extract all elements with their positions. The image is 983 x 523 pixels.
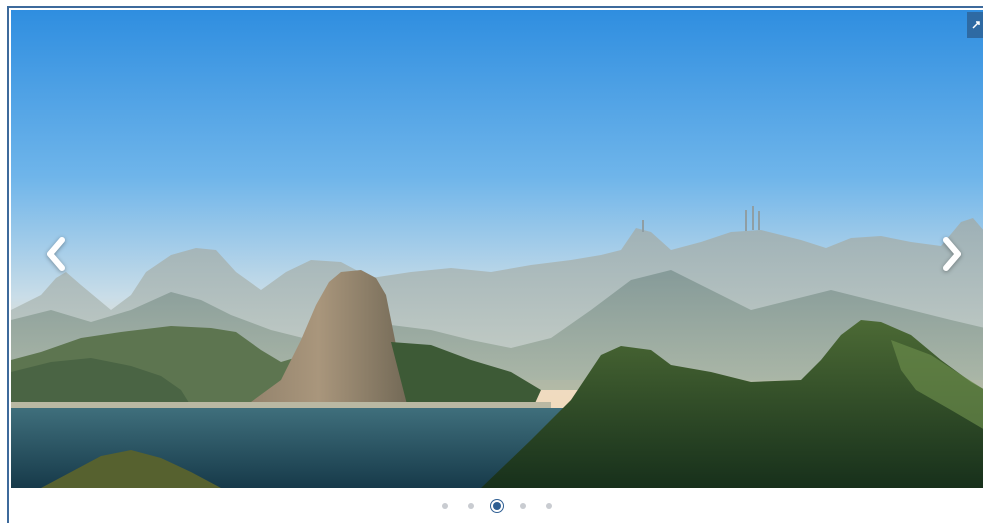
slide-pagination: [9, 496, 983, 516]
landscape-photo: [11, 10, 983, 488]
pagination-dot-3-active[interactable]: [484, 496, 510, 516]
chevron-left-icon: [47, 237, 65, 271]
image-slider: [7, 6, 983, 523]
slide-image: [11, 10, 983, 488]
pagination-dot-2[interactable]: [458, 496, 484, 516]
expand-button[interactable]: [967, 12, 983, 38]
pagination-dot-5[interactable]: [536, 496, 562, 516]
chevron-right-icon: [943, 237, 961, 271]
next-slide-button[interactable]: [935, 234, 969, 274]
pagination-dot-4[interactable]: [510, 496, 536, 516]
previous-slide-button[interactable]: [39, 234, 73, 274]
pagination-dot-1[interactable]: [432, 496, 458, 516]
expand-icon: [972, 21, 980, 29]
